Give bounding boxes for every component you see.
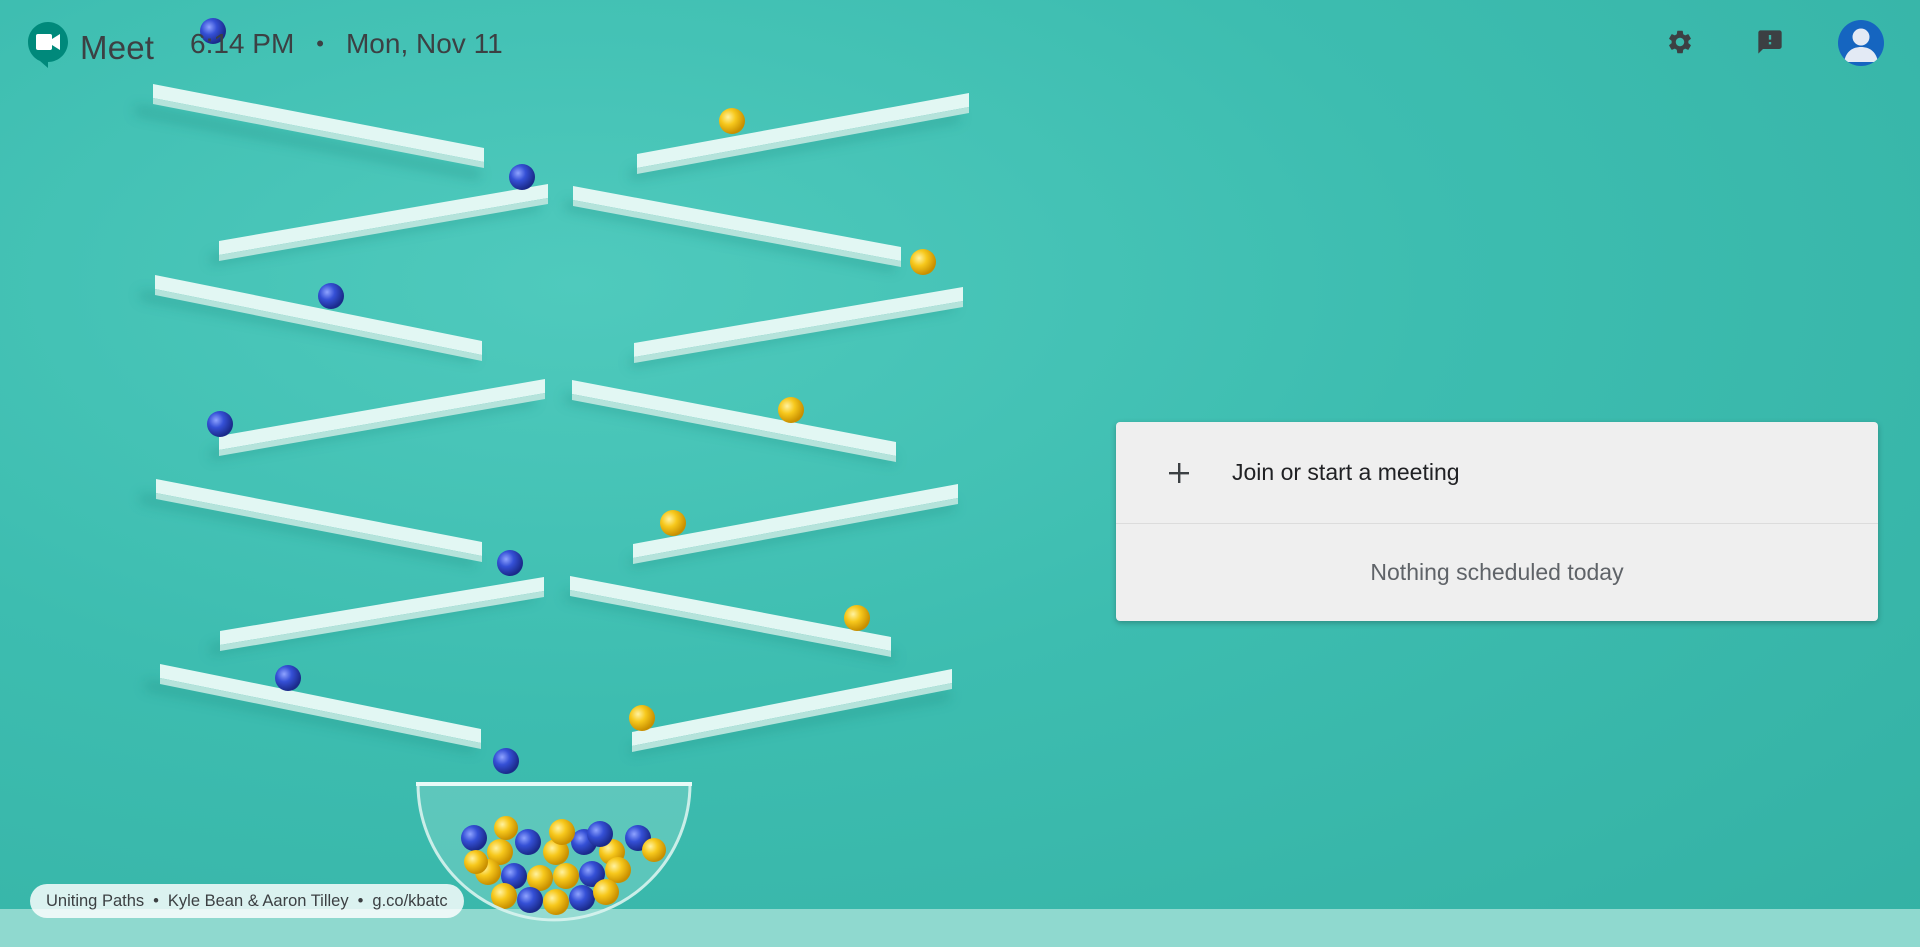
yellow-ball — [910, 249, 936, 275]
current-time: 6:14 PM — [190, 28, 295, 59]
ramp — [573, 186, 901, 267]
settings-button[interactable] — [1662, 26, 1698, 62]
meeting-card: Join or start a meeting Nothing schedule… — [1116, 422, 1878, 621]
account-avatar[interactable] — [1838, 20, 1884, 66]
join-meeting-label: Join or start a meeting — [1232, 459, 1460, 485]
background-artwork — [135, 18, 969, 922]
ramp — [155, 275, 482, 361]
artwork-attribution: Uniting Paths • Kyle Bean & Aaron Tilley… — [30, 884, 464, 918]
blue-ball — [318, 283, 344, 309]
account-avatar-icon — [1838, 28, 1884, 66]
blue-ball — [497, 550, 523, 576]
ramp — [572, 380, 896, 462]
yellow-ball — [719, 108, 745, 134]
app-name: Meet — [80, 28, 155, 66]
yellow-ball — [778, 397, 804, 423]
yellow-ball — [629, 705, 655, 731]
feedback-icon — [1756, 28, 1784, 61]
meet-logo[interactable]: Meet — [26, 20, 154, 75]
ramp — [219, 379, 545, 456]
attribution-separator: • — [357, 891, 364, 910]
blue-ball — [207, 411, 233, 437]
current-datetime: 6:14 PM • Mon, Nov 11 — [190, 28, 503, 60]
ramp — [220, 577, 544, 651]
plus-icon — [1164, 458, 1194, 488]
ramp — [634, 287, 963, 363]
join-or-start-meeting-button[interactable]: Join or start a meeting — [1116, 422, 1878, 524]
schedule-empty-state: Nothing scheduled today — [1116, 524, 1878, 621]
artwork-title: Uniting Paths — [46, 891, 145, 910]
blue-ball — [509, 164, 535, 190]
top-bar: Meet 6:14 PM • Mon, Nov 11 — [0, 0, 1920, 88]
yellow-ball — [844, 605, 870, 631]
ramp — [156, 479, 482, 562]
blue-ball — [493, 748, 519, 774]
google-meet-logo-icon — [26, 20, 70, 75]
attribution-separator: • — [153, 891, 159, 910]
feedback-button[interactable] — [1752, 26, 1788, 62]
current-date: Mon, Nov 11 — [345, 28, 503, 59]
ramp — [570, 576, 891, 657]
blue-ball — [275, 665, 301, 691]
artwork-artists: Kyle Bean & Aaron Tilley — [167, 891, 349, 910]
ramp — [160, 664, 481, 749]
yellow-ball — [660, 510, 686, 536]
gear-icon — [1666, 28, 1694, 61]
ramp — [219, 184, 548, 261]
empty-schedule-message: Nothing scheduled today — [1370, 559, 1624, 585]
ramp — [637, 93, 969, 174]
ramp — [632, 669, 952, 752]
datetime-separator: • — [316, 31, 324, 56]
artwork-link[interactable]: g.co/kbatc — [372, 892, 447, 911]
